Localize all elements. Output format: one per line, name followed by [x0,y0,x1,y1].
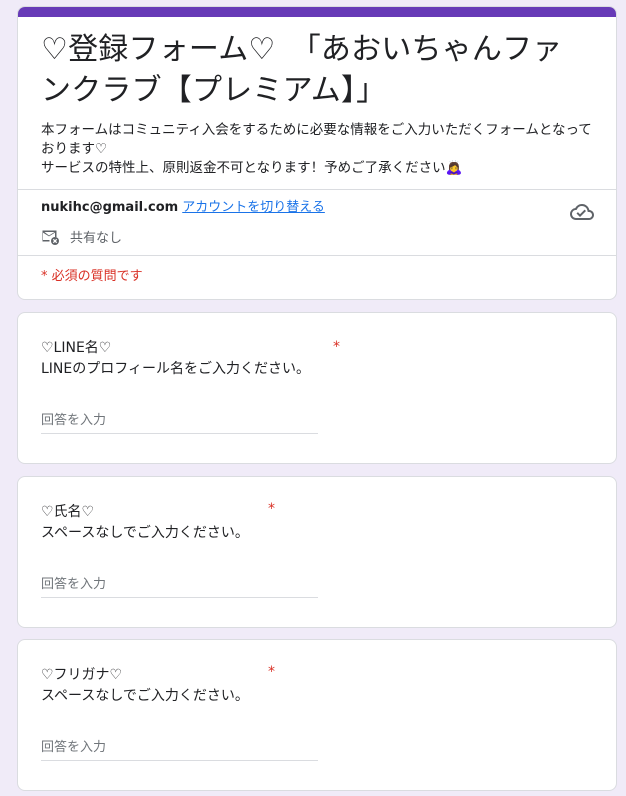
answer-input-full-name[interactable] [41,572,318,598]
question-description: スペースなしでご入力ください。 [41,525,249,541]
required-note: * 必須の質問です [41,269,143,284]
answer-input-furigana[interactable] [41,735,318,761]
question-description: LINEのプロフィール名をご入力ください。 [41,361,310,377]
required-star: * [268,664,275,680]
answer-input-line-name[interactable] [41,408,318,434]
share-status-text: 共有なし [70,231,123,246]
form-header-card: ♡登録フォーム♡ 「あおいちゃんファンクラブ【プレミアム】」 本フォームはコミュ… [17,6,617,300]
required-star: * [268,501,275,517]
account-email: nukihc@gmail.com [41,200,179,215]
account-row: nukihc@gmail.com アカウントを切り替える [41,199,325,217]
switch-account-link[interactable]: アカウントを切り替える [182,200,325,215]
cloud-check-icon[interactable] [570,200,594,224]
form-description: 本フォームはコミュニティ入会をするために必要な情報をご入力いただくフォームとなっ… [41,122,592,176]
top-accent-bar [18,7,616,17]
question-card-line-name: ♡LINE名♡ * LINEのプロフィール名をご入力ください。 [17,312,617,464]
question-card-furigana: ♡フリガナ♡ * スペースなしでご入力ください。 [17,639,617,791]
divider [18,189,616,190]
required-star: * [333,339,340,355]
question-title: ♡氏名♡ [41,504,95,520]
question-card-full-name: ♡氏名♡ * スペースなしでご入力ください。 [17,476,617,628]
mail-block-icon [42,230,59,245]
form-title: ♡登録フォーム♡ 「あおいちゃんファンクラブ【プレミアム】」 [41,32,563,108]
question-title: ♡フリガナ♡ [41,667,123,683]
question-title: ♡LINE名♡ [41,340,112,356]
divider [18,255,616,256]
question-description: スペースなしでご入力ください。 [41,688,249,704]
form-page: ♡登録フォーム♡ 「あおいちゃんファンクラブ【プレミアム】」 本フォームはコミュ… [0,0,626,796]
